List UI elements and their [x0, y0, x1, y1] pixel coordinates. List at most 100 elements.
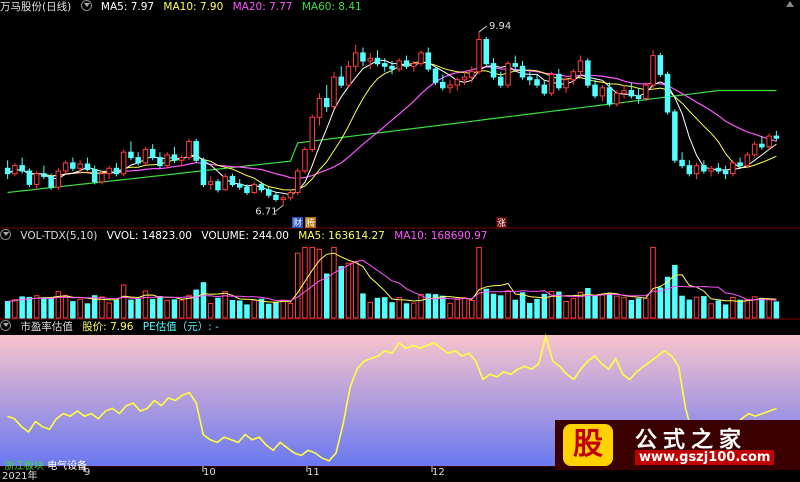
candle-body — [614, 92, 620, 105]
volume-bar — [773, 301, 780, 319]
volume-bar — [614, 295, 620, 319]
candle-body — [773, 135, 780, 139]
x-label-nov: 11 — [307, 467, 320, 478]
candle-body — [91, 168, 98, 183]
candle-body — [577, 60, 584, 73]
volume-bar — [672, 264, 678, 319]
volume-bar — [469, 300, 475, 319]
candle-body — [360, 52, 366, 62]
candle-body — [664, 73, 671, 113]
candle-body — [548, 73, 555, 94]
volume-bar — [715, 300, 722, 319]
candle-body — [759, 143, 765, 148]
candle-body — [41, 173, 47, 177]
volume-bar — [157, 296, 163, 319]
volume-bar — [505, 290, 511, 319]
candle-body — [563, 79, 569, 89]
volume-bar — [389, 302, 395, 319]
volume-bar — [701, 296, 707, 319]
candle-body — [722, 170, 729, 175]
candle-body — [367, 57, 373, 62]
candle-body — [215, 181, 221, 191]
event-tag-teng: 腾 — [306, 217, 315, 229]
candle-body — [302, 149, 308, 172]
candle-body — [157, 157, 163, 167]
candle-body — [55, 170, 62, 188]
volume-bar — [722, 304, 729, 319]
x-label-dec: 12 — [432, 467, 445, 478]
high-pointer — [478, 25, 488, 33]
candle-body — [476, 39, 482, 73]
volume-bar — [200, 282, 207, 319]
candle-body — [592, 84, 598, 97]
logo-url: www.gszj100.com — [635, 450, 775, 465]
candle-body — [237, 183, 243, 188]
volume-bar — [280, 299, 286, 319]
volume-bar — [563, 301, 569, 319]
candle-body — [570, 71, 577, 81]
candle-body — [483, 39, 489, 65]
candle-body — [353, 52, 359, 67]
volume-bar — [99, 296, 105, 319]
volume-bar — [657, 287, 664, 319]
candle-body — [258, 183, 265, 191]
low-label: 6.71 — [255, 206, 277, 217]
candle-body — [606, 87, 613, 105]
logo-seal-icon: 股 — [563, 424, 613, 466]
watermark-logo: 股 公式之家 www.gszj100.com — [555, 420, 800, 470]
volume-bar — [650, 246, 656, 319]
candle-body — [33, 173, 40, 185]
candle-body — [106, 167, 112, 175]
candle-body — [469, 71, 475, 78]
candle-body — [432, 68, 439, 83]
volume-bar — [367, 301, 373, 319]
candle-body — [99, 173, 105, 183]
volume-bar — [120, 284, 127, 319]
volume-bar — [585, 288, 591, 319]
candle-body — [425, 52, 431, 70]
candle-body — [345, 65, 352, 86]
volume-bar — [266, 303, 272, 319]
volume-bar — [251, 299, 257, 319]
candle-body — [4, 167, 11, 175]
volume-bar — [273, 301, 279, 319]
candle-body — [331, 76, 337, 108]
volume-bar — [331, 246, 337, 319]
candle-body — [142, 149, 149, 164]
candle-body — [403, 60, 410, 67]
candle-body — [309, 116, 315, 151]
candle-body — [454, 79, 460, 86]
volume-bar — [295, 252, 301, 319]
volume-bar — [338, 266, 344, 319]
stock-chart[interactable]: 9.94 6.71 财腾 涨 — [0, 0, 800, 480]
volume-bar — [744, 299, 751, 319]
candle-body — [120, 151, 127, 175]
volume-bar — [686, 299, 693, 319]
volume-bar — [447, 302, 453, 319]
sector-tag: 电气设备 — [47, 461, 88, 472]
volume-bar — [113, 299, 120, 319]
volume-bar — [382, 297, 388, 319]
candle-body — [701, 165, 707, 172]
volume-bar — [396, 297, 402, 319]
candle-body — [287, 192, 294, 199]
candle-body — [541, 84, 548, 94]
volume-bar — [215, 297, 221, 319]
volume-bar — [527, 302, 533, 319]
candle-body — [599, 87, 606, 97]
volume-bar — [490, 293, 497, 319]
volume-bar — [737, 299, 743, 319]
volume-bar — [592, 295, 598, 319]
volume-bar — [570, 298, 577, 319]
event-tag-finance: 财 — [293, 217, 302, 229]
volume-bar — [759, 297, 765, 319]
volume-bar — [55, 291, 62, 319]
candle-body — [744, 154, 751, 167]
volume-bar — [461, 297, 468, 319]
candle-body — [26, 170, 33, 185]
candle-body — [679, 159, 685, 167]
volume-bar — [41, 297, 47, 319]
candle-body — [295, 170, 301, 193]
candle-body — [77, 163, 83, 169]
candle-body — [12, 165, 18, 175]
